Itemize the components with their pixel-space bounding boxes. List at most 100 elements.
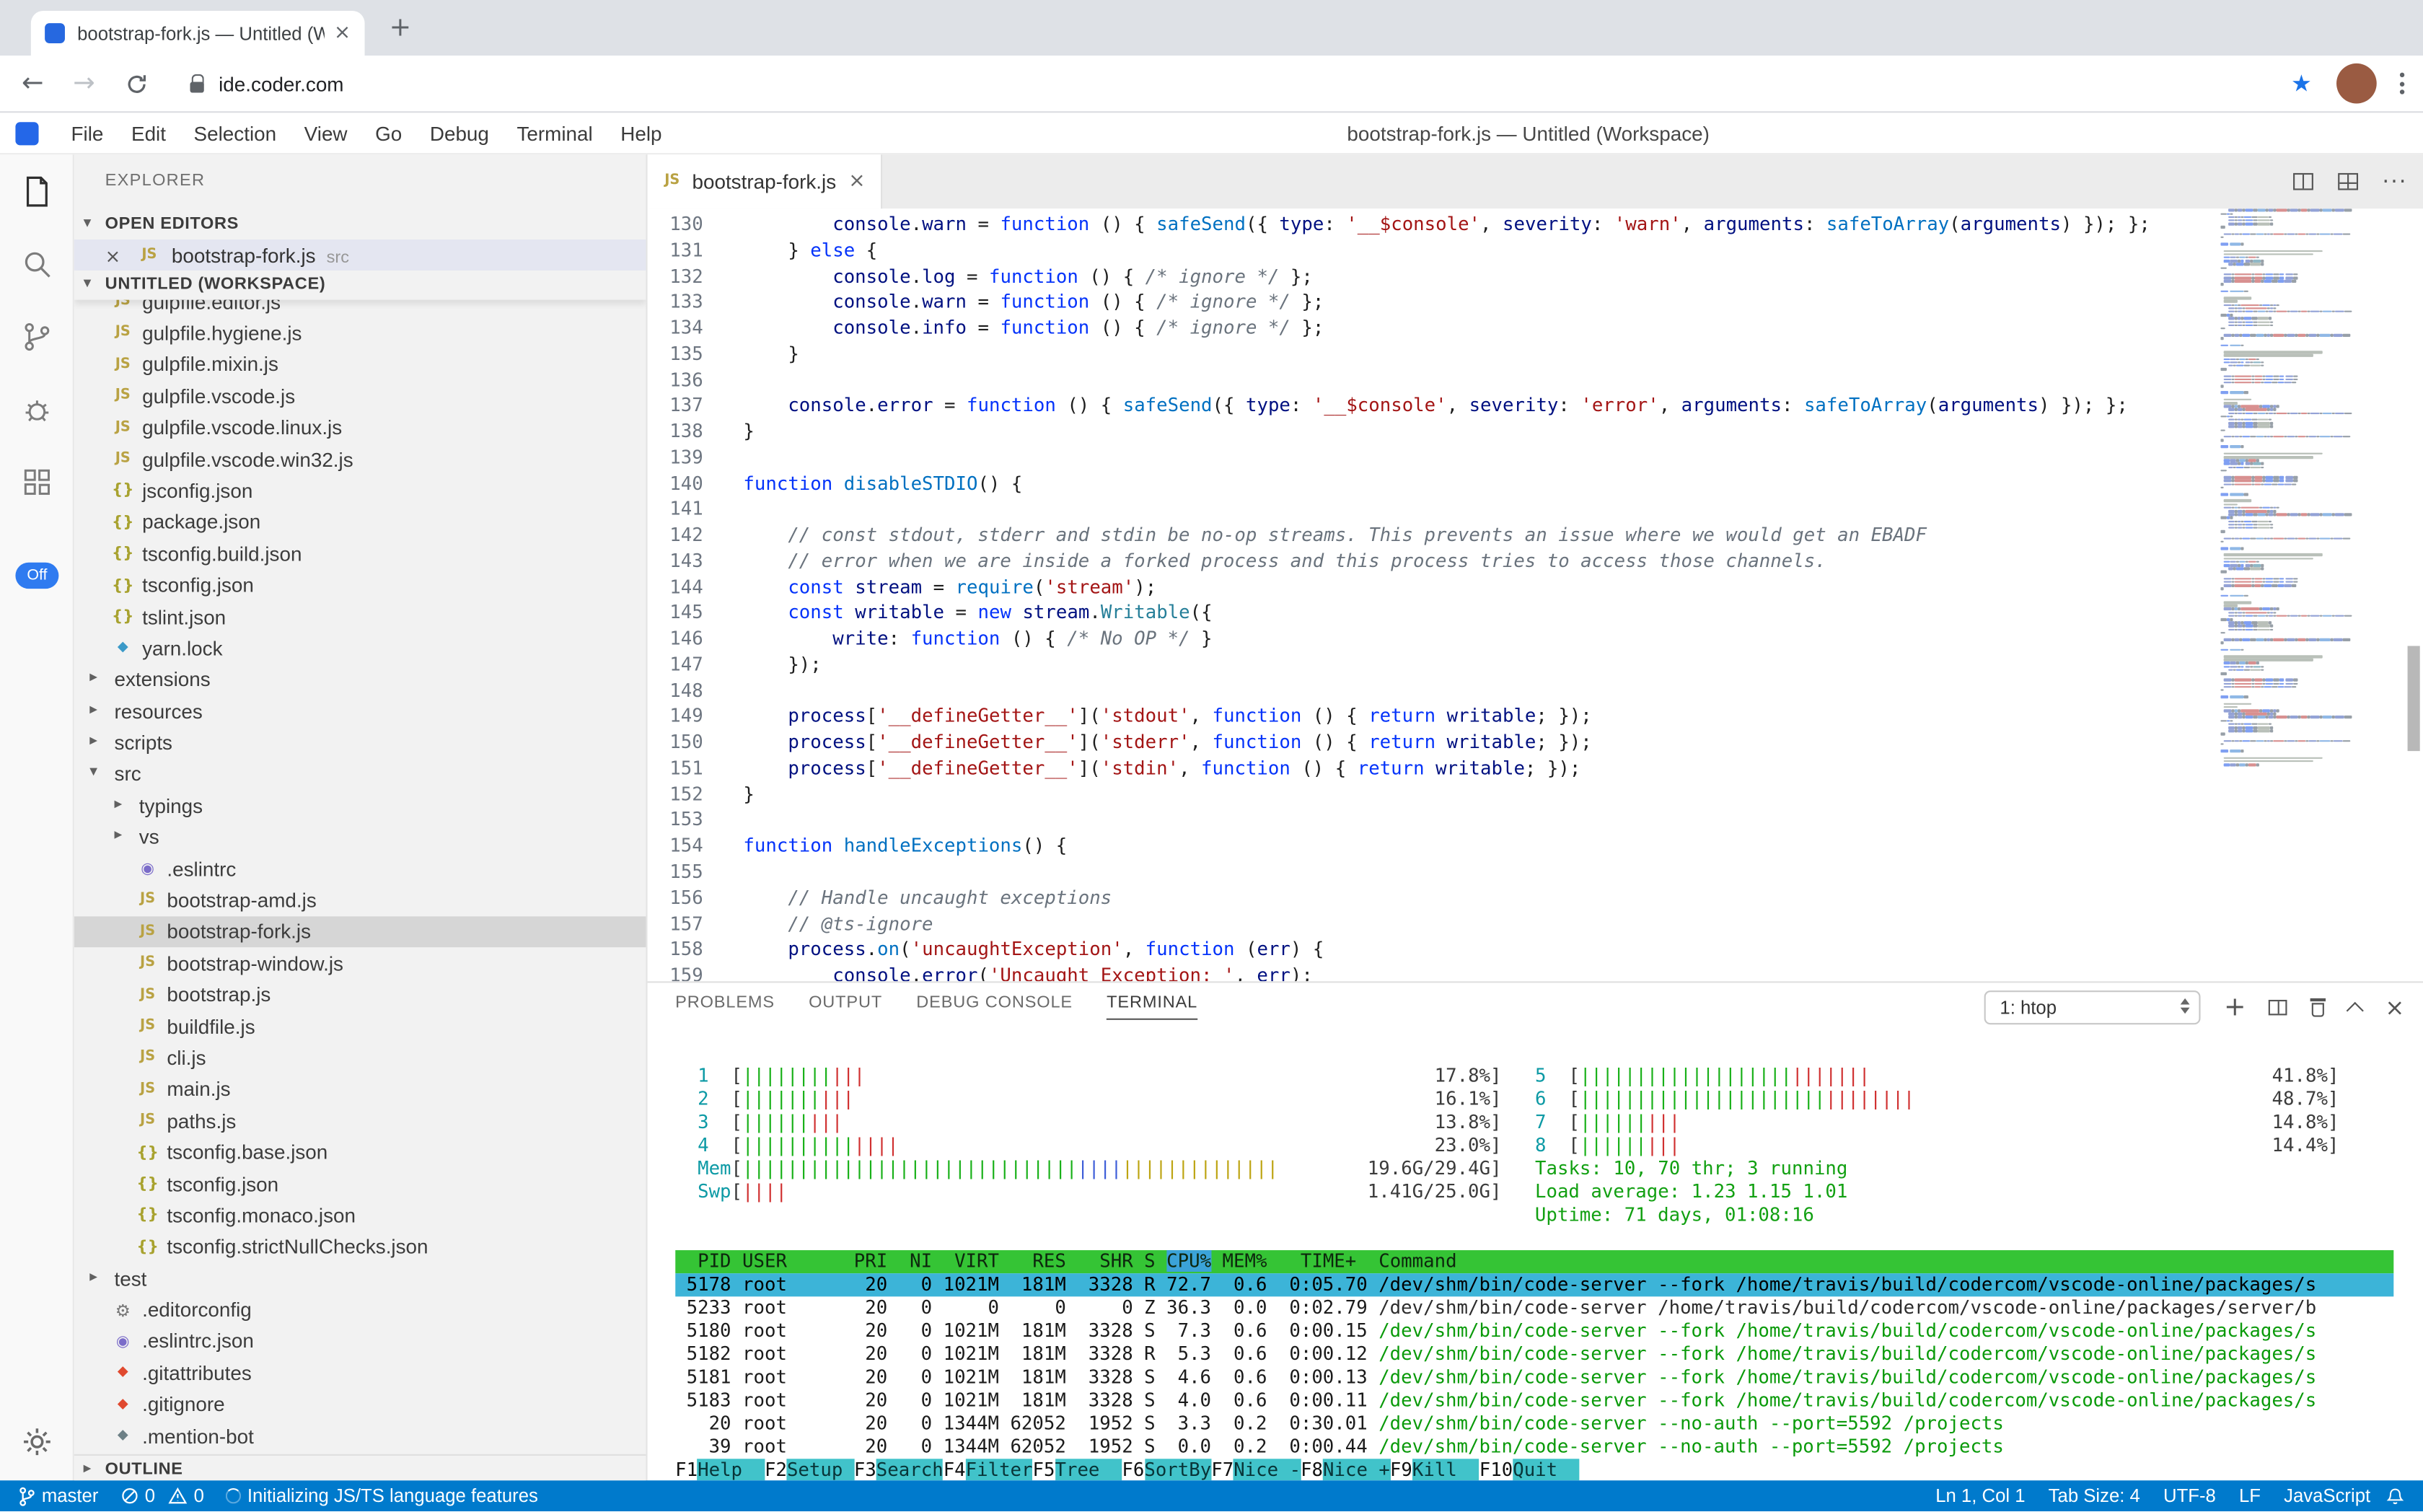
reload-icon[interactable] [124, 72, 147, 95]
minimap[interactable] [2220, 208, 2404, 796]
close-icon[interactable]: × [105, 245, 121, 267]
workspace-section[interactable]: ▾ UNTITLED (WORKSPACE) [74, 271, 646, 300]
htop-process-row[interactable]: 5178 root 20 0 1021M 181M 3328 R 72.7 0.… [675, 1273, 2393, 1296]
debug-icon[interactable] [19, 391, 56, 428]
tree-item-test[interactable]: ▸test [74, 1262, 646, 1294]
bookmark-star-icon[interactable]: ★ [2291, 69, 2312, 97]
open-editors-section[interactable]: ▾ OPEN EDITORS [74, 210, 646, 239]
tree-item-bootstrap.js[interactable]: JSbootstrap.js [74, 979, 646, 1011]
close-panel-icon[interactable]: × [2385, 993, 2404, 1021]
htop-process-row[interactable]: 20 root 20 0 1344M 62052 1952 S 3.3 0.2 … [675, 1412, 2393, 1436]
notifications-bell-icon[interactable] [2386, 1487, 2405, 1507]
editor-layout-icon[interactable] [2337, 173, 2357, 190]
htop-process-row[interactable]: 5183 root 20 0 1021M 181M 3328 S 4.0 0.6… [675, 1389, 2393, 1412]
url-text[interactable]: ide.coder.com [219, 72, 343, 95]
site-security-icon[interactable] [189, 81, 203, 92]
htop-process-row[interactable]: 5182 root 20 0 1021M 181M 3328 R 5.3 0.6… [675, 1343, 2393, 1366]
language-mode[interactable]: JavaScript [2284, 1486, 2370, 1508]
tree-item-gulpfile.vscode.js[interactable]: JSgulpfile.vscode.js [74, 380, 646, 412]
menu-file[interactable]: File [57, 112, 117, 154]
terminal[interactable]: 1 [||||||||||| 17.8%] 5 [|||||||||||||||… [675, 1029, 2423, 1481]
tree-item-gulpfile.vscode.win32.js[interactable]: JSgulpfile.vscode.win32.js [74, 444, 646, 475]
menu-terminal[interactable]: Terminal [503, 112, 607, 154]
panel-tab-problems[interactable]: PROBLEMS [675, 993, 775, 1019]
tree-item-tsconfig.build.json[interactable]: {}tsconfig.build.json [74, 538, 646, 570]
settings-gear-icon[interactable] [20, 1425, 54, 1459]
split-terminal-icon[interactable] [2269, 1000, 2288, 1015]
search-icon[interactable] [19, 246, 56, 283]
encoding-status[interactable]: UTF-8 [2163, 1486, 2216, 1508]
more-actions-icon[interactable]: ··· [2383, 170, 2408, 194]
maximize-panel-icon[interactable] [2347, 1002, 2365, 1019]
scrollbar-thumb[interactable] [2408, 646, 2420, 751]
tree-item-tsconfig.base.json[interactable]: {}tsconfig.base.json [74, 1137, 646, 1169]
tree-item-extensions[interactable]: ▸extensions [74, 664, 646, 695]
browser-tab-close-icon[interactable]: × [334, 22, 351, 45]
tree-item-scripts[interactable]: ▸scripts [74, 727, 646, 759]
tree-item-main.js[interactable]: JSmain.js [74, 1073, 646, 1105]
tree-item-bootstrap-fork.js[interactable]: JSbootstrap-fork.js [74, 916, 646, 948]
tree-item-yarn.lock[interactable]: ◆yarn.lock [74, 633, 646, 664]
avatar[interactable] [2336, 63, 2377, 104]
htop-process-row[interactable]: 39 root 20 0 1344M 62052 1952 S 0.0 0.2 … [675, 1436, 2393, 1459]
forward-icon[interactable]: → [73, 68, 95, 99]
tree-item-.mention-bot[interactable]: ◆.mention-bot [74, 1420, 646, 1452]
menu-selection[interactable]: Selection [180, 112, 290, 154]
eol-status[interactable]: LF [2239, 1486, 2261, 1508]
tree-item-buildfile.js[interactable]: JSbuildfile.js [74, 1011, 646, 1042]
cursor-position[interactable]: Ln 1, Col 1 [1935, 1486, 2025, 1508]
tree-item-typings[interactable]: ▸typings [74, 790, 646, 822]
indentation-status[interactable]: Tab Size: 4 [2049, 1486, 2140, 1508]
back-icon[interactable]: ← [22, 68, 44, 99]
tree-item-gulpfile.editor.js[interactable]: JSgulpfile.editor.js [74, 300, 646, 317]
tree-item-cli.js[interactable]: JScli.js [74, 1042, 646, 1074]
tree-item-tsconfig.json[interactable]: {}tsconfig.json [74, 1168, 646, 1200]
new-terminal-icon[interactable]: + [2224, 997, 2246, 1019]
htop-process-row[interactable]: 5233 root 20 0 0 0 0 Z 36.3 0.0 0:02.79 … [675, 1296, 2393, 1319]
panel-tab-output[interactable]: OUTPUT [809, 993, 882, 1019]
tree-item-vs[interactable]: ▸vs [74, 822, 646, 853]
htop-process-row[interactable]: 5180 root 20 0 1021M 181M 3328 S 7.3 0.6… [675, 1319, 2393, 1342]
panel-tab-debug-console[interactable]: DEBUG CONSOLE [916, 993, 1073, 1019]
tree-item-tslint.json[interactable]: {}tslint.json [74, 601, 646, 633]
collaboration-toggle[interactable]: Off [15, 563, 58, 589]
problems-status[interactable]: 0 0 [120, 1486, 203, 1508]
tree-item-jsconfig.json[interactable]: {}jsconfig.json [74, 475, 646, 506]
tree-item-gulpfile.mixin.js[interactable]: JSgulpfile.mixin.js [74, 349, 646, 381]
terminal-select[interactable]: 1: htop [1984, 990, 2201, 1024]
menu-go[interactable]: Go [361, 112, 416, 154]
panel-tab-terminal[interactable]: TERMINAL [1107, 993, 1197, 1019]
tree-item-tsconfig.monaco.json[interactable]: {}tsconfig.monaco.json [74, 1200, 646, 1231]
editor-tab[interactable]: JS bootstrap-fork.js × [648, 154, 883, 208]
tree-item-gulpfile.vscode.linux.js[interactable]: JSgulpfile.vscode.linux.js [74, 412, 646, 444]
menu-debug[interactable]: Debug [416, 112, 503, 154]
tree-item-bootstrap-amd.js[interactable]: JSbootstrap-amd.js [74, 884, 646, 916]
browser-menu-icon[interactable] [2400, 73, 2404, 94]
outline-section[interactable]: ▸ OUTLINE [74, 1454, 646, 1481]
tree-item-.eslintrc.json[interactable]: ◉.eslintrc.json [74, 1326, 646, 1358]
app-logo[interactable] [15, 121, 38, 144]
tree-item-bootstrap-window.js[interactable]: JSbootstrap-window.js [74, 948, 646, 980]
menu-edit[interactable]: Edit [118, 112, 180, 154]
open-editor-item[interactable]: × JS bootstrap-fork.js src [74, 239, 646, 272]
tree-item-.eslintrc[interactable]: ◉.eslintrc [74, 853, 646, 885]
tree-item-tsconfig.json[interactable]: {}tsconfig.json [74, 569, 646, 601]
tree-item-.gitignore[interactable]: ◆.gitignore [74, 1389, 646, 1420]
tree-item-tsconfig.strictNullChecks.json[interactable]: {}tsconfig.strictNullChecks.json [74, 1231, 646, 1263]
tree-item-resources[interactable]: ▸resources [74, 695, 646, 727]
tree-item-package.json[interactable]: {}package.json [74, 506, 646, 538]
tree-item-.gitattributes[interactable]: ◆.gitattributes [74, 1357, 646, 1389]
tree-item-paths.js[interactable]: JSpaths.js [74, 1105, 646, 1137]
new-tab-icon[interactable]: + [383, 12, 417, 46]
editor-scrollbar[interactable] [2404, 208, 2423, 981]
tree-item-src[interactable]: ▾src [74, 759, 646, 791]
tree-item-.editorconfig[interactable]: ⚙.editorconfig [74, 1294, 646, 1326]
browser-tab[interactable]: bootstrap-fork.js — Untitled (W × [31, 11, 365, 56]
explorer-icon[interactable] [19, 173, 56, 210]
tree-item-gulpfile.hygiene.js[interactable]: JSgulpfile.hygiene.js [74, 317, 646, 349]
git-branch-status[interactable]: master [19, 1486, 99, 1508]
kill-terminal-icon[interactable] [2311, 998, 2326, 1016]
editor-tab-close-icon[interactable]: × [848, 170, 865, 193]
split-editor-icon[interactable] [2292, 173, 2313, 190]
source-control-icon[interactable] [19, 318, 56, 355]
